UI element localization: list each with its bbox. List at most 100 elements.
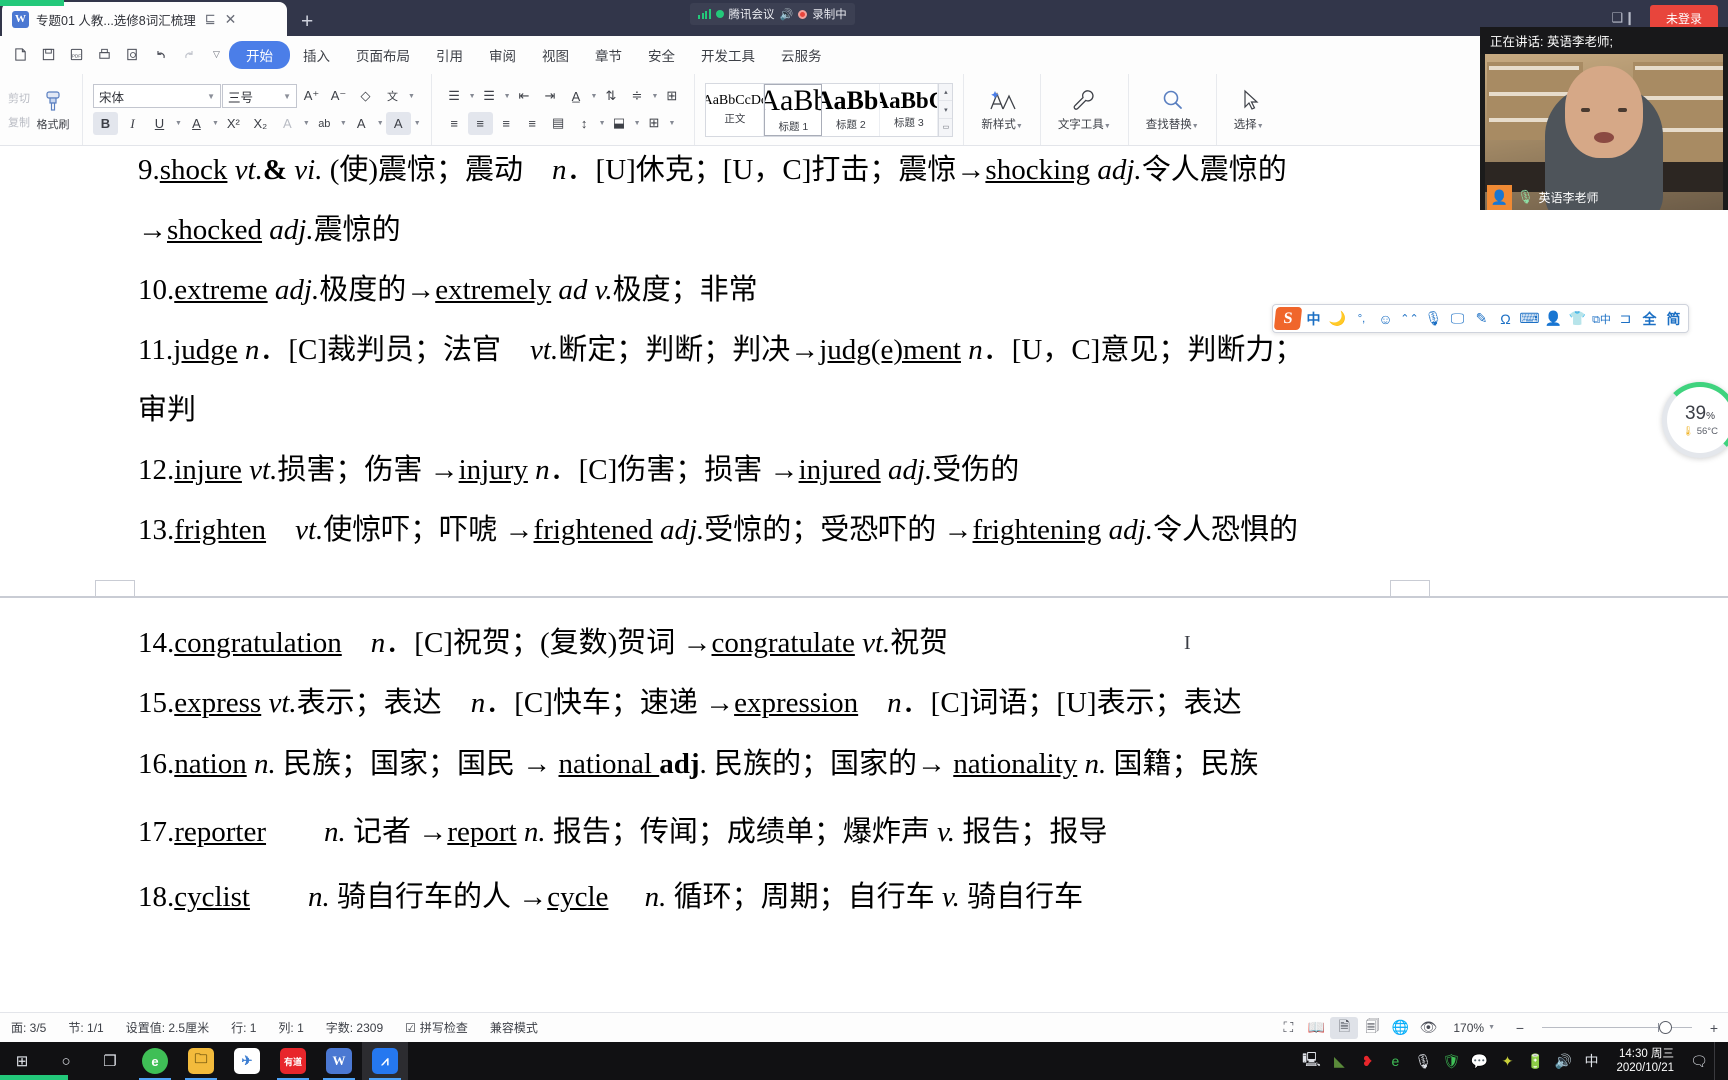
security-shield-icon[interactable]: 🛡 [1438,1042,1464,1080]
simplified-icon[interactable]: 简 [1662,307,1685,330]
ribbon-tab-insert[interactable]: 插入 [290,41,343,69]
taskbar-app-tencent-meeting[interactable]: ⩘ [362,1042,408,1080]
full-width-icon[interactable]: 全 [1638,307,1661,330]
export-pdf-icon[interactable]: PDF [64,42,89,67]
zoom-level[interactable]: 170% ▼ [1442,1021,1506,1035]
360-tray-icon[interactable]: e [1382,1042,1408,1080]
ribbon-tab-developer[interactable]: 开发工具 [688,41,768,69]
symbol-icon[interactable]: Ω [1494,307,1517,330]
volume-icon[interactable]: 🔊 [1550,1042,1576,1080]
character-shading-button[interactable]: ab [312,112,337,135]
wechat-icon[interactable]: 💬 [1466,1042,1492,1080]
align-right-icon[interactable]: ≡ [494,112,519,135]
line-spacing2-icon[interactable]: ↕ [572,112,597,135]
numbering-icon[interactable]: ☰ [477,85,502,108]
print-preview-icon[interactable] [120,42,145,67]
chevron-down-icon[interactable]: ▼ [599,120,606,127]
taskbar-app-wps-writer[interactable]: W [316,1042,362,1080]
copy-button[interactable]: 复制 [8,114,30,130]
page-view-icon[interactable]: 🗎 [1330,1016,1359,1039]
clear-formatting-icon[interactable]: ◇ [353,85,378,108]
paragraph-marks-icon[interactable]: ≑ [624,85,649,108]
moon-icon[interactable]: 🌙 [1326,307,1349,330]
zoom-out-button[interactable]: − [1506,1017,1534,1039]
ribbon-tab-view[interactable]: 视图 [529,41,582,69]
skin-icon[interactable]: 👕 [1566,307,1589,330]
meeting-status-pill[interactable]: 腾讯会议 🔊 录制中 [690,3,855,25]
bullets-icon[interactable]: ☰ [442,85,467,108]
chevron-down-icon[interactable]: ▼ [634,120,641,127]
document-tab[interactable]: W 专题01 人教...选修8词汇梳理 ⊑ ✕ [2,2,287,36]
distribute-icon[interactable]: ▤ [546,112,571,135]
restore-tab-icon[interactable]: ⊑ [205,11,216,27]
user-center-icon[interactable]: 👤 [1542,307,1565,330]
table-insert-icon[interactable]: ⊞ [659,85,684,108]
chevron-down-icon[interactable]: ▼ [469,93,476,100]
style-item-body[interactable]: AaBbCcDc 正文 [706,83,765,136]
notification-icon[interactable]: 🗨 [1686,1042,1712,1080]
font-size-select[interactable]: 三号 ▼ [222,84,297,108]
subscript-button[interactable]: X₂ [248,112,273,135]
status-column[interactable]: 列: 1 [267,1019,314,1036]
style-item-heading1[interactable]: AaBb 标题 1 [764,83,823,136]
increase-indent-icon[interactable]: ⇥ [538,85,563,108]
align-center-icon[interactable]: ≡ [467,111,493,135]
chevron-down-icon[interactable]: ▼ [303,120,310,127]
new-tab-button[interactable]: + [287,11,327,36]
zoom-in-button[interactable]: + [1700,1017,1728,1039]
meeting-video-panel[interactable]: 正在讲话: 英语李老师; 👤 🎙 英语李老师 [1480,27,1728,210]
select-button[interactable]: 选择▼ [1223,74,1275,145]
web-view-icon[interactable]: 🌐 [1386,1017,1414,1039]
pinyin-guide-icon[interactable]: 文 [380,85,405,108]
italic-button[interactable]: I [120,112,145,135]
status-page[interactable]: 面: 3/5 [0,1019,57,1036]
task-view-icon[interactable]: ❐ [88,1042,132,1080]
red-app-icon[interactable]: ❥ [1354,1042,1380,1080]
cpu-usage-widget[interactable]: 39% 🌡 56°C [1662,382,1728,458]
ribbon-tab-references[interactable]: 引用 [423,41,476,69]
style-item-heading2[interactable]: AaBb( 标题 2 [822,83,881,136]
punctuation-icon[interactable]: °, [1350,307,1373,330]
zoom-slider[interactable] [1542,1021,1692,1034]
status-setting-value[interactable]: 设置值: 2.5厘米 [115,1019,220,1036]
ribbon-tab-review[interactable]: 审阅 [476,41,529,69]
soft-keyboard-icon[interactable]: ⌨ [1518,307,1541,330]
new-document-icon[interactable] [8,42,33,67]
crop-icon[interactable]: ⊐ [1614,307,1637,330]
chevron-down-icon[interactable]: ▼ [175,120,182,127]
minimize-window-icon[interactable]: ❑❙ [1597,10,1650,26]
status-spellcheck[interactable]: ☑ 拼写检查 [394,1019,479,1036]
expression-icon[interactable]: ⌃⌃ [1398,307,1421,330]
chevron-down-icon[interactable]: ▼ [669,120,676,127]
emoji-icon[interactable]: ☺ [1374,307,1397,330]
grow-font-icon[interactable]: A⁺ [299,85,324,108]
status-section[interactable]: 节: 1/1 [57,1019,114,1036]
accelerator-icon[interactable]: ✦ [1494,1042,1520,1080]
font-color-button[interactable]: A [385,112,411,135]
customize-toolbar-icon[interactable]: ▽ [204,42,229,67]
microphone-tray-icon[interactable]: 🎙 [1410,1042,1436,1080]
eye-protection-icon[interactable]: 👁 [1414,1017,1442,1039]
underline-button[interactable]: U [147,112,172,135]
taskbar-app-360-browser[interactable]: e [132,1042,178,1080]
chevron-down-icon[interactable]: ▼ [651,93,658,100]
cut-button[interactable]: 剪切 [8,90,30,106]
shrink-font-icon[interactable]: A⁻ [326,85,351,108]
fullscreen-view-icon[interactable]: ⛶ [1274,1017,1302,1039]
save-icon[interactable] [36,42,61,67]
sogou-ime-toolbar[interactable]: S 中 🌙 °, ☺ ⌃⌃ 🎙 🖵 ✎ Ω ⌨ 👤 👕 ⧉中 ⊐ 全 简 [1272,304,1689,333]
show-desktop-button[interactable] [1714,1042,1722,1080]
sogou-logo-icon[interactable]: S [1273,307,1303,330]
ribbon-tab-start[interactable]: 开始 [229,40,290,69]
chevron-down-icon[interactable]: ▼ [408,93,415,100]
status-word-count[interactable]: 字数: 2309 [315,1019,394,1036]
format-painter-button[interactable]: 格式刷 [30,88,76,132]
taskbar-clock[interactable]: 14:30 周三 2020/10/21 [1606,1047,1684,1076]
chevron-down-icon[interactable]: ▼ [212,120,219,127]
styles-scroll-down-icon[interactable]: ▾ [939,101,953,119]
remote-desktop-icon[interactable]: 🖳 [1298,1042,1324,1080]
font-family-select[interactable]: 宋体 ▼ [93,84,221,108]
print-icon[interactable] [92,42,117,67]
align-justify-icon[interactable]: ≡ [520,112,545,135]
chevron-down-icon[interactable]: ▼ [591,93,598,100]
